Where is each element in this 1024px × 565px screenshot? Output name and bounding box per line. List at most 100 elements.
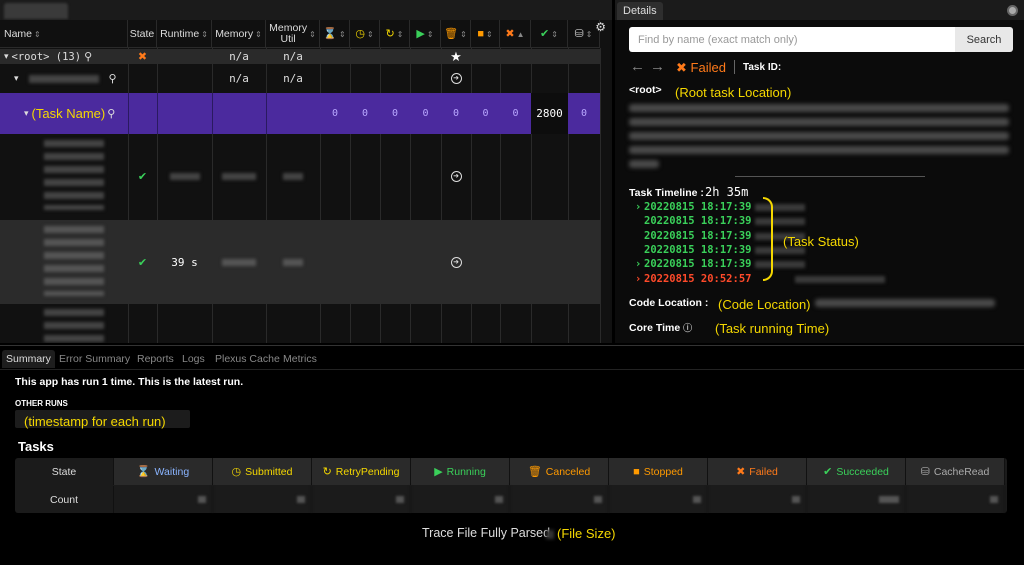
redacted-count <box>396 496 404 503</box>
play-icon: ▶ <box>434 466 443 478</box>
column-header[interactable]: ↻ ⇕ <box>380 20 410 48</box>
trace-status: Trace File Fully Parsed <box>422 526 551 540</box>
search-input[interactable]: Find by name (exact match only) <box>629 27 955 52</box>
column-header[interactable]: Memory ⇕ <box>212 20 266 48</box>
tab-plexus-cache[interactable]: Plexus Cache <box>211 350 284 368</box>
tree-tab[interactable] <box>4 3 68 19</box>
gear-icon[interactable]: ⚙ <box>595 20 606 34</box>
state-running[interactable]: ▶ Running <box>411 458 510 485</box>
tree-header: Name ⇕ State Runtime ⇕ Memory ⇕ Memory Util ⇕ ⌛ ⇕ ◷… <box>0 20 600 48</box>
state-cacheread[interactable]: ⛁ CacheRead <box>906 458 1005 485</box>
clock-icon: ◷ <box>355 27 365 40</box>
column-header[interactable]: ⌛ ⇕ <box>320 20 350 48</box>
table-cell: ★ <box>441 49 471 64</box>
state-succeeded[interactable]: ✔ Succeeded <box>807 458 906 485</box>
forward-arrow-icon[interactable]: → <box>650 58 665 75</box>
sort-icon[interactable]: ⇕ <box>551 29 558 40</box>
tab-summary[interactable]: Summary <box>2 350 55 368</box>
sort-icon[interactable]: ⇕ <box>339 29 346 40</box>
table-row[interactable]: ✔ ➜ <box>0 134 600 219</box>
redacted-count <box>198 496 206 503</box>
sort-icon[interactable]: ⇕ <box>486 29 493 40</box>
redacted-label <box>44 309 104 343</box>
task-tree-panel: Name ⇕ State Runtime ⇕ Memory ⇕ Memory Util ⇕ ⌛ ⇕ ◷… <box>0 0 612 343</box>
stop-icon: ■ <box>633 465 640 478</box>
details-tab-bar: Details <box>615 0 1024 20</box>
sort-icon[interactable]: ⇕ <box>586 29 593 40</box>
redacted-label <box>44 140 104 210</box>
sort-icon[interactable]: ⇕ <box>367 29 374 40</box>
chevron-down-icon[interactable]: ▾ <box>24 108 29 119</box>
chevron-down-icon[interactable]: ▾ <box>14 73 19 84</box>
column-header[interactable]: ■ ⇕ <box>471 20 500 48</box>
column-header[interactable]: Runtime ⇕ <box>157 20 212 48</box>
count-cell <box>708 486 807 513</box>
tab-error-summary[interactable]: Error Summary <box>55 350 134 368</box>
state-retrypending[interactable]: ↻ RetryPending <box>312 458 411 485</box>
check-icon: ✔ <box>823 466 833 478</box>
user-icon[interactable] <box>1007 5 1018 16</box>
table-row[interactable]: ✔ 39 s ➜ <box>0 220 600 304</box>
sort-icon[interactable]: ⇕ <box>34 29 41 40</box>
search-icon[interactable]: ⚲ <box>107 107 115 120</box>
column-header[interactable]: ◷ ⇕ <box>350 20 380 48</box>
timeline-entry[interactable]: › 20220815 18:17:39 <box>635 258 751 270</box>
state-waiting[interactable]: ⌛ Waiting <box>114 458 213 485</box>
tree-node-executor[interactable]: ▾ ⚲ <box>0 65 128 92</box>
sort-icon[interactable]: ⇕ <box>460 29 467 40</box>
chevron-down-icon[interactable]: ▾ <box>4 51 9 62</box>
search-icon[interactable]: ⚲ <box>109 72 117 85</box>
tab-logs[interactable]: Logs <box>178 350 209 368</box>
star-icon[interactable]: ★ <box>450 49 462 65</box>
redacted-count <box>594 496 602 503</box>
sort-icon[interactable]: ⇕ <box>201 29 208 40</box>
back-arrow-icon[interactable]: ← <box>630 58 645 75</box>
retry-icon: ↻ <box>322 466 332 478</box>
state-failed[interactable]: ✖ Failed <box>708 458 807 485</box>
goto-icon[interactable]: ➜ <box>450 256 462 268</box>
expand-arrow-icon[interactable]: › <box>635 201 644 213</box>
column-header[interactable]: 🗑 ⇕ <box>441 20 471 48</box>
sort-icon[interactable]: ⇕ <box>397 29 404 40</box>
sort-icon[interactable]: ⇕ <box>427 29 434 40</box>
table-cell: 0 <box>380 93 410 134</box>
timeline-entry[interactable]: 20220815 18:17:39 <box>635 230 751 242</box>
table-cell: 0 <box>410 93 441 134</box>
tab-metrics[interactable]: Metrics <box>279 350 321 368</box>
sort-icon[interactable]: ▲ <box>517 29 525 40</box>
state-canceled[interactable]: 🗑 Canceled <box>510 458 609 485</box>
table-row[interactable]: ▾ <root> (13) ⚲ ✖ n/a n/a ★ <box>0 49 600 64</box>
table-row[interactable] <box>0 305 600 343</box>
sort-icon[interactable]: ⇕ <box>309 29 316 40</box>
state-stopped[interactable]: ■ Stopped <box>609 458 708 485</box>
expand-arrow-icon[interactable]: › <box>635 258 644 270</box>
search-icon[interactable]: ⚲ <box>84 50 92 63</box>
timeline-entry[interactable]: 20220815 18:17:39 <box>635 215 751 227</box>
expand-arrow-icon[interactable]: › <box>635 273 644 285</box>
goto-icon[interactable]: ➜ <box>450 171 462 182</box>
redacted-count <box>495 496 503 503</box>
column-header-label: Memory <box>215 27 254 40</box>
tab-details[interactable]: Details <box>617 2 663 20</box>
search-button[interactable]: Search <box>955 27 1013 52</box>
goto-icon[interactable]: ➜ <box>450 73 462 84</box>
column-header[interactable]: State <box>128 20 157 48</box>
tree-node-selected[interactable]: ▾ (Task Name) ⚲ <box>0 93 128 134</box>
column-header[interactable]: ▶ ⇕ <box>410 20 441 48</box>
column-header[interactable]: Memory Util ⇕ <box>266 20 320 48</box>
tab-reports[interactable]: Reports <box>133 350 178 368</box>
state-text: RetryPending <box>335 465 400 478</box>
timeline-entry[interactable]: › 20220815 20:52:57 <box>635 273 751 285</box>
tree-node-root[interactable]: ▾ <root> (13) ⚲ <box>0 49 128 64</box>
column-header[interactable]: Name ⇕ <box>0 20 128 48</box>
column-header[interactable]: ✔ ⇕ <box>531 20 568 48</box>
help-icon[interactable]: ⓘ <box>683 323 692 333</box>
timeline-entry[interactable]: › 20220815 18:17:39 <box>635 201 751 213</box>
table-row[interactable]: ▾ ⚲ n/a n/a ➜ <box>0 65 600 92</box>
state-submitted[interactable]: ◷ Submitted <box>213 458 312 485</box>
cell-divider <box>212 93 213 134</box>
timeline-entry[interactable]: 20220815 18:17:39 <box>635 244 751 256</box>
sort-icon[interactable]: ⇕ <box>255 29 262 40</box>
column-header[interactable]: ✖ ▲ <box>500 20 531 48</box>
table-row-selected[interactable]: ▾ (Task Name) ⚲ 0 0 0 0 0 0 0 2800 0 <box>0 93 600 134</box>
